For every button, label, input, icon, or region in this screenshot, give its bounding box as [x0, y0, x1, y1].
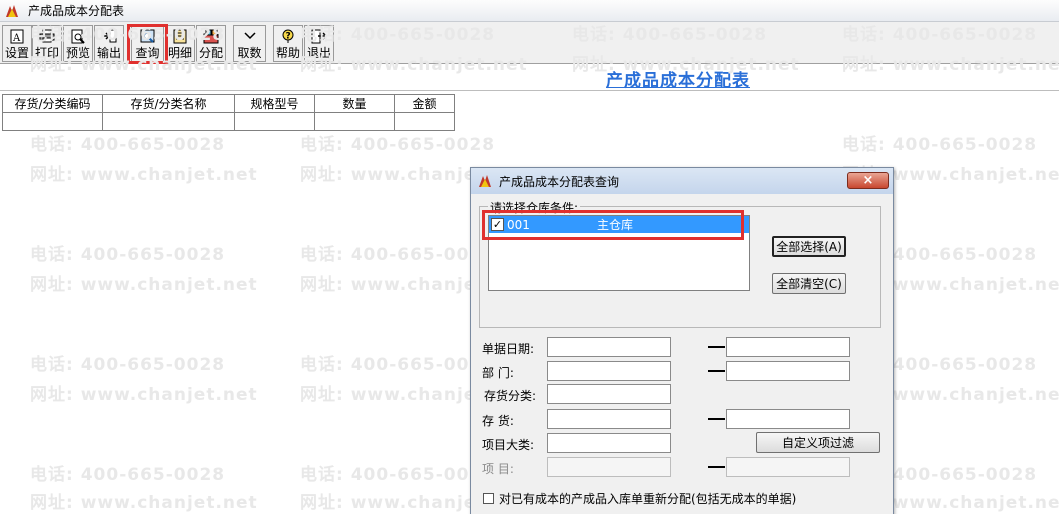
exit-icon [310, 28, 328, 44]
table-cell[interactable] [314, 112, 395, 131]
query-icon [139, 28, 157, 44]
department-label: 部 门: [482, 366, 514, 380]
preview-icon [69, 28, 87, 44]
warehouse-code: 001 [507, 217, 530, 232]
watermark-site: 网址: www.chanjet.net [30, 165, 258, 185]
watermark-site: 网址: www.chanjet.net [30, 385, 258, 405]
list-item[interactable]: ✓ 001 主仓库 [489, 216, 749, 233]
fetch-data-icon [241, 28, 259, 44]
range-dash [708, 370, 725, 372]
project-class-label: 项目大类: [482, 438, 535, 452]
clear-all-button[interactable]: 全部清空(C) [772, 273, 846, 294]
project-to-input[interactable] [726, 457, 850, 477]
project-label: 项 目: [482, 462, 514, 476]
toolbar: A 设置 打印 预览 输出 查询 明细 分配 取数 ? 帮助 退出 [0, 22, 1059, 64]
column-header[interactable]: 金额 [394, 94, 455, 113]
column-header[interactable]: 存货/分类编码 [2, 94, 103, 113]
custom-filter-button[interactable]: 自定义项过滤 [756, 432, 880, 453]
warehouse-group-label: 请选择仓库条件: [488, 199, 581, 216]
dialog-titlebar[interactable]: 产成品成本分配表查询 × [471, 168, 893, 194]
realloc-label: 对已有成本的产成品入库单重新分配(包括无成本的单据) [499, 492, 797, 506]
report-title[interactable]: 产成品成本分配表 [606, 66, 750, 91]
query-button[interactable]: 查询 [131, 25, 164, 62]
detail-icon [171, 28, 189, 44]
table-row[interactable] [2, 112, 455, 131]
range-dash [708, 418, 725, 420]
watermark-phone: 电话: 400-665-0028 [30, 355, 226, 375]
allocate-button[interactable]: 分配 [196, 25, 226, 62]
dialog-title: 产成品成本分配表查询 [499, 174, 620, 189]
export-button[interactable]: 输出 [94, 25, 124, 62]
watermark-site: 网址: www.chanjet.net [30, 493, 258, 513]
detail-button[interactable]: 明细 [165, 25, 195, 62]
print-button[interactable]: 打印 [32, 25, 62, 62]
window-title: 产成品成本分配表 [28, 4, 125, 18]
project-from-input[interactable] [547, 457, 671, 477]
inventory-from-input[interactable] [547, 409, 671, 429]
inventory-class-input[interactable] [547, 384, 671, 404]
column-header[interactable]: 数量 [314, 94, 395, 113]
report-table: 存货/分类编码 存货/分类名称 规格型号 数量 金额 [2, 94, 455, 131]
realloc-option[interactable]: 对已有成本的产成品入库单重新分配(包括无成本的单据) [483, 490, 796, 507]
range-dash [708, 466, 725, 468]
window-titlebar: 产成品成本分配表 [0, 0, 1059, 22]
project-class-input[interactable] [547, 433, 671, 453]
watermark-phone: 电话: 400-665-0028 [300, 135, 496, 155]
warehouse-groupbox: 请选择仓库条件: ✓ 001 主仓库 全部选择(A) 全部清空(C) [479, 199, 881, 328]
help-icon: ? [279, 28, 297, 44]
query-dialog: 产成品成本分配表查询 × 请选择仓库条件: ✓ 001 主仓库 全部选择(A) … [470, 167, 894, 514]
warehouse-list[interactable]: ✓ 001 主仓库 [488, 215, 750, 291]
watermark-site: 网址: www.chanjet.net [30, 275, 258, 295]
table-cell[interactable] [394, 112, 455, 131]
allocate-icon [202, 28, 220, 44]
warehouse-name: 主仓库 [597, 218, 634, 232]
table-cell[interactable] [102, 112, 235, 131]
close-icon: × [862, 173, 874, 188]
column-header[interactable]: 规格型号 [234, 94, 315, 113]
watermark-phone: 电话: 400-665-0028 [30, 135, 226, 155]
doc-date-label: 单据日期: [482, 342, 535, 356]
settings-button[interactable]: A 设置 [2, 25, 32, 62]
inventory-class-label: 存货分类: [484, 389, 537, 403]
table-cell[interactable] [234, 112, 315, 131]
watermark-phone: 电话: 400-665-0028 [300, 245, 496, 265]
app-logo-icon [479, 175, 491, 187]
checkmark-icon: ✓ [492, 218, 503, 231]
close-button[interactable]: × [847, 172, 889, 189]
table-cell[interactable] [2, 112, 103, 131]
export-icon [100, 28, 118, 44]
realloc-checkbox[interactable] [483, 493, 494, 504]
watermark-phone: 电话: 400-665-0028 [842, 135, 1038, 155]
header-divider [0, 90, 1059, 91]
settings-icon: A [8, 28, 26, 44]
inventory-label: 存 货: [482, 414, 514, 428]
column-header[interactable]: 存货/分类名称 [102, 94, 235, 113]
watermark-phone: 电话: 400-665-0028 [30, 465, 226, 485]
preview-button[interactable]: 预览 [63, 25, 93, 62]
watermark-phone: 电话: 400-665-0028 [30, 245, 226, 265]
print-icon [38, 28, 56, 44]
watermark-phone: 电话: 400-665-0028 [300, 355, 496, 375]
doc-date-from-input[interactable] [547, 337, 671, 357]
inventory-to-input[interactable] [726, 409, 850, 429]
app-logo-icon [6, 4, 18, 17]
fetch-data-button[interactable]: 取数 [233, 25, 266, 62]
range-dash [708, 346, 725, 348]
department-to-input[interactable] [726, 361, 850, 381]
watermark-phone: 电话: 400-665-0028 [300, 465, 496, 485]
department-from-input[interactable] [547, 361, 671, 381]
doc-date-to-input[interactable] [726, 337, 850, 357]
exit-button[interactable]: 退出 [304, 25, 334, 62]
warehouse-checkbox[interactable]: ✓ [491, 218, 504, 231]
svg-text:A: A [12, 33, 21, 44]
help-button[interactable]: ? 帮助 [273, 25, 303, 62]
table-header-row: 存货/分类编码 存货/分类名称 规格型号 数量 金额 [2, 94, 455, 113]
select-all-button[interactable]: 全部选择(A) [772, 236, 846, 257]
